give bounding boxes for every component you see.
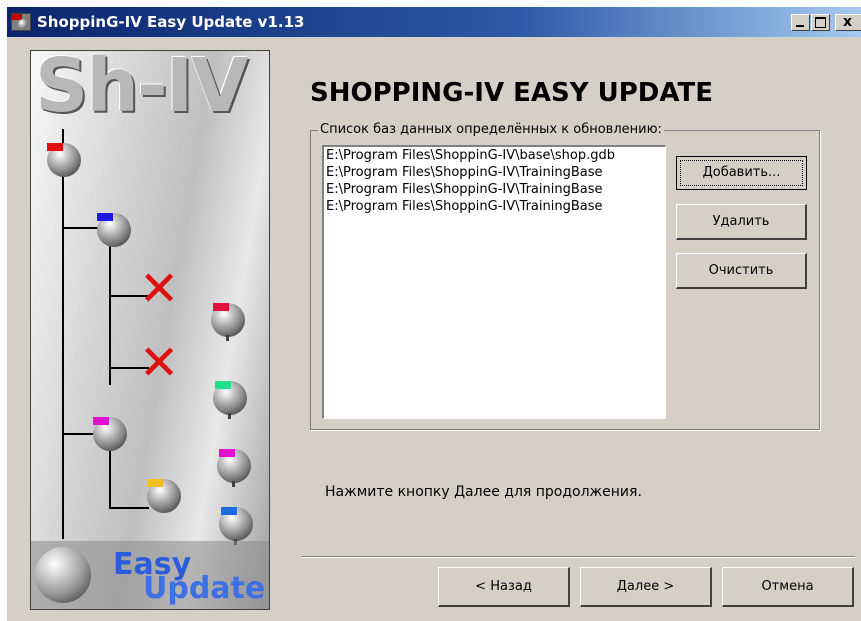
tree-node-ball	[47, 143, 81, 177]
group-label: Список баз данных определённых к обновле…	[318, 122, 664, 137]
clear-button-label: Очистить	[708, 263, 774, 278]
pin-ball	[213, 381, 247, 419]
app-icon-ball	[18, 19, 28, 29]
yellow-flag-icon	[147, 479, 163, 487]
tree-sub-trunk-line	[109, 245, 111, 385]
minimize-button[interactable]	[791, 14, 810, 31]
remove-button-label: Удалить	[712, 214, 770, 229]
green-flag-icon	[215, 381, 231, 389]
side-banner-image: Sh-IV ✕ ✕ Easy Update	[30, 50, 270, 610]
update-text: Update	[143, 571, 266, 606]
maximize-button[interactable]	[811, 14, 830, 31]
tree-branch-line	[62, 227, 102, 229]
title-bar[interactable]: ShoppinG-IV Easy Update v1.13 x	[7, 7, 861, 37]
large-sphere-icon	[35, 547, 91, 603]
magenta-flag-icon	[93, 417, 109, 425]
next-button[interactable]: Далее >	[580, 567, 712, 607]
cancel-button[interactable]: Отмена	[722, 567, 854, 607]
footer-separator	[302, 556, 855, 558]
tree-node-ball	[93, 417, 127, 451]
tree-trunk-line	[62, 129, 64, 539]
magenta-flag-icon	[219, 449, 235, 457]
clear-button[interactable]: Очистить	[676, 253, 807, 289]
blue-flag-icon	[221, 507, 237, 515]
tree-node-ball	[97, 213, 131, 247]
pin-ball	[211, 303, 245, 341]
list-item[interactable]: E:\Program Files\ShoppinG-IV\TrainingBas…	[324, 198, 665, 215]
list-item[interactable]: E:\Program Files\ShoppinG-IV\base\shop.g…	[324, 147, 665, 164]
cancel-button-label: Отмена	[761, 579, 814, 594]
red-x-icon: ✕	[139, 261, 180, 317]
list-item[interactable]: E:\Program Files\ShoppinG-IV\TrainingBas…	[324, 181, 665, 198]
back-button-label: < Назад	[475, 579, 532, 594]
red-flag-icon	[213, 303, 229, 311]
remove-button[interactable]: Удалить	[676, 204, 807, 240]
red-x-icon: ✕	[139, 335, 180, 391]
next-button-label: Далее >	[616, 579, 675, 594]
tree-branch-line	[109, 507, 149, 509]
blue-flag-icon	[97, 213, 113, 221]
add-button-label: Добавить...	[702, 165, 781, 180]
pin-ball	[219, 507, 253, 545]
red-flag-icon	[47, 143, 63, 151]
continue-hint: Нажмите кнопку Далее для продолжения.	[325, 484, 642, 500]
add-button[interactable]: Добавить...	[676, 156, 807, 190]
back-button[interactable]: < Назад	[438, 567, 570, 607]
database-listbox[interactable]: E:\Program Files\ShoppinG-IV\base\shop.g…	[322, 145, 666, 419]
page-title: SHOPPING-IV EASY UPDATE	[310, 78, 713, 108]
tree-node-ball	[147, 479, 181, 513]
close-button[interactable]: x	[835, 14, 861, 31]
list-item[interactable]: E:\Program Files\ShoppinG-IV\TrainingBas…	[324, 164, 665, 181]
tree-sub-trunk-line	[109, 451, 111, 509]
window-title: ShoppinG-IV Easy Update v1.13	[37, 13, 305, 31]
app-icon[interactable]	[11, 13, 31, 31]
pin-ball	[217, 449, 251, 487]
close-icon: x	[843, 14, 853, 30]
sh-iv-logo: Sh-IV	[35, 50, 248, 129]
